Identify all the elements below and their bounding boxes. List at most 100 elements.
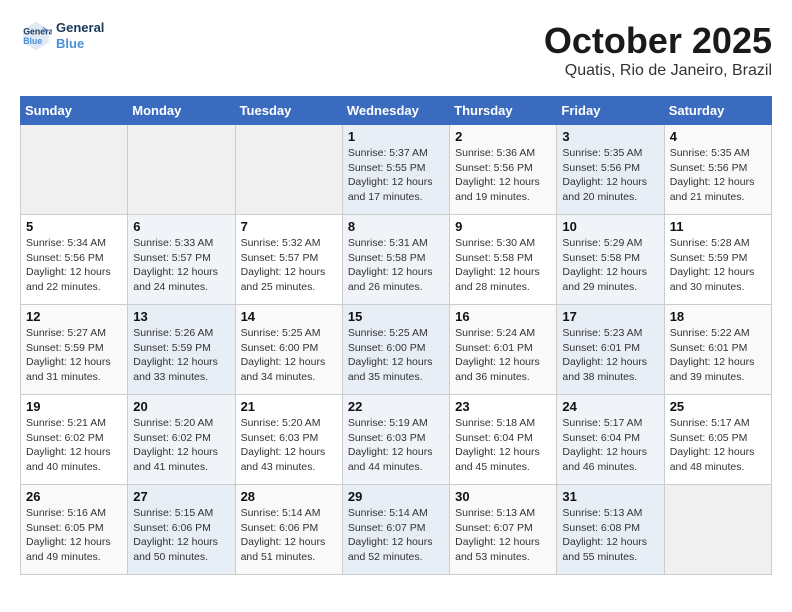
day-number: 24 xyxy=(562,399,658,414)
day-number: 18 xyxy=(670,309,766,324)
day-number: 9 xyxy=(455,219,551,234)
day-number: 20 xyxy=(133,399,229,414)
calendar-cell: 5 Sunrise: 5:34 AM Sunset: 5:56 PM Daylig… xyxy=(21,215,128,305)
calendar-cell: 22 Sunrise: 5:19 AM Sunset: 6:03 PM Dayli… xyxy=(342,395,449,485)
day-info: Sunrise: 5:19 AM Sunset: 6:03 PM Dayligh… xyxy=(348,416,444,475)
logo-icon: General Blue xyxy=(20,20,52,52)
day-info: Sunrise: 5:25 AM Sunset: 6:00 PM Dayligh… xyxy=(348,326,444,385)
calendar-cell: 3 Sunrise: 5:35 AM Sunset: 5:56 PM Daylig… xyxy=(557,125,664,215)
day-number: 26 xyxy=(26,489,122,504)
calendar-cell: 11 Sunrise: 5:28 AM Sunset: 5:59 PM Dayli… xyxy=(664,215,771,305)
day-number: 8 xyxy=(348,219,444,234)
weekday-header-friday: Friday xyxy=(557,97,664,125)
calendar-week-row: 12 Sunrise: 5:27 AM Sunset: 5:59 PM Dayli… xyxy=(21,305,772,395)
day-number: 11 xyxy=(670,219,766,234)
day-number: 17 xyxy=(562,309,658,324)
day-number: 23 xyxy=(455,399,551,414)
day-number: 5 xyxy=(26,219,122,234)
calendar-cell: 16Sunrise: 5:24 AM Sunset: 6:01 PM Dayli… xyxy=(450,305,557,395)
calendar-cell: 26 Sunrise: 5:16 AM Sunset: 6:05 PM Dayli… xyxy=(21,485,128,575)
calendar-week-row: 5 Sunrise: 5:34 AM Sunset: 5:56 PM Daylig… xyxy=(21,215,772,305)
day-number: 12 xyxy=(26,309,122,324)
day-info: Sunrise: 5:31 AM Sunset: 5:58 PM Dayligh… xyxy=(348,236,444,295)
calendar-cell: 7Sunrise: 5:32 AM Sunset: 5:57 PM Daylig… xyxy=(235,215,342,305)
day-info: Sunrise: 5:14 AM Sunset: 6:07 PM Dayligh… xyxy=(348,506,444,565)
day-info: Sunrise: 5:32 AM Sunset: 5:57 PM Dayligh… xyxy=(241,236,337,295)
day-number: 13 xyxy=(133,309,229,324)
day-info: Sunrise: 5:25 AM Sunset: 6:00 PM Dayligh… xyxy=(241,326,337,385)
logo-text-blue: Blue xyxy=(56,36,104,52)
location-subtitle: Quatis, Rio de Janeiro, Brazil xyxy=(544,62,772,80)
calendar-cell: 30 Sunrise: 5:13 AM Sunset: 6:07 PM Dayli… xyxy=(450,485,557,575)
day-info: Sunrise: 5:36 AM Sunset: 5:56 PM Dayligh… xyxy=(455,146,551,205)
calendar-cell: 27 Sunrise: 5:15 AM Sunset: 6:06 PM Dayli… xyxy=(128,485,235,575)
day-info: Sunrise: 5:35 AM Sunset: 5:56 PM Dayligh… xyxy=(670,146,766,205)
calendar-table: SundayMondayTuesdayWednesdayThursdayFrid… xyxy=(20,96,772,575)
day-info: Sunrise: 5:27 AM Sunset: 5:59 PM Dayligh… xyxy=(26,326,122,385)
calendar-cell: 21 Sunrise: 5:20 AM Sunset: 6:03 PM Dayli… xyxy=(235,395,342,485)
calendar-cell: 20 Sunrise: 5:20 AM Sunset: 6:02 PM Dayli… xyxy=(128,395,235,485)
day-info: Sunrise: 5:13 AM Sunset: 6:08 PM Dayligh… xyxy=(562,506,658,565)
day-info: Sunrise: 5:15 AM Sunset: 6:06 PM Dayligh… xyxy=(133,506,229,565)
day-number: 22 xyxy=(348,399,444,414)
calendar-cell: 13 Sunrise: 5:26 AM Sunset: 5:59 PM Dayli… xyxy=(128,305,235,395)
day-info: Sunrise: 5:16 AM Sunset: 6:05 PM Dayligh… xyxy=(26,506,122,565)
calendar-cell xyxy=(128,125,235,215)
weekday-header-row: SundayMondayTuesdayWednesdayThursdayFrid… xyxy=(21,97,772,125)
calendar-cell: 23Sunrise: 5:18 AM Sunset: 6:04 PM Dayli… xyxy=(450,395,557,485)
calendar-cell: 8 Sunrise: 5:31 AM Sunset: 5:58 PM Daylig… xyxy=(342,215,449,305)
weekday-header-sunday: Sunday xyxy=(21,97,128,125)
weekday-header-thursday: Thursday xyxy=(450,97,557,125)
calendar-cell: 18 Sunrise: 5:22 AM Sunset: 6:01 PM Dayli… xyxy=(664,305,771,395)
calendar-cell: 25 Sunrise: 5:17 AM Sunset: 6:05 PM Dayli… xyxy=(664,395,771,485)
day-info: Sunrise: 5:33 AM Sunset: 5:57 PM Dayligh… xyxy=(133,236,229,295)
day-info: Sunrise: 5:20 AM Sunset: 6:03 PM Dayligh… xyxy=(241,416,337,475)
calendar-cell: 2Sunrise: 5:36 AM Sunset: 5:56 PM Daylig… xyxy=(450,125,557,215)
calendar-cell: 19Sunrise: 5:21 AM Sunset: 6:02 PM Dayli… xyxy=(21,395,128,485)
calendar-cell: 17Sunrise: 5:23 AM Sunset: 6:01 PM Dayli… xyxy=(557,305,664,395)
page-header: General Blue General Blue October 2025 Q… xyxy=(20,20,772,80)
svg-text:General: General xyxy=(23,26,52,36)
day-info: Sunrise: 5:28 AM Sunset: 5:59 PM Dayligh… xyxy=(670,236,766,295)
day-info: Sunrise: 5:34 AM Sunset: 5:56 PM Dayligh… xyxy=(26,236,122,295)
calendar-cell: 24 Sunrise: 5:17 AM Sunset: 6:04 PM Dayli… xyxy=(557,395,664,485)
day-number: 15 xyxy=(348,309,444,324)
calendar-cell: 14Sunrise: 5:25 AM Sunset: 6:00 PM Dayli… xyxy=(235,305,342,395)
day-info: Sunrise: 5:20 AM Sunset: 6:02 PM Dayligh… xyxy=(133,416,229,475)
day-info: Sunrise: 5:24 AM Sunset: 6:01 PM Dayligh… xyxy=(455,326,551,385)
weekday-header-tuesday: Tuesday xyxy=(235,97,342,125)
day-info: Sunrise: 5:35 AM Sunset: 5:56 PM Dayligh… xyxy=(562,146,658,205)
day-number: 28 xyxy=(241,489,337,504)
day-info: Sunrise: 5:13 AM Sunset: 6:07 PM Dayligh… xyxy=(455,506,551,565)
calendar-cell: 31 Sunrise: 5:13 AM Sunset: 6:08 PM Dayli… xyxy=(557,485,664,575)
day-number: 31 xyxy=(562,489,658,504)
day-info: Sunrise: 5:29 AM Sunset: 5:58 PM Dayligh… xyxy=(562,236,658,295)
calendar-cell: 10Sunrise: 5:29 AM Sunset: 5:58 PM Dayli… xyxy=(557,215,664,305)
day-info: Sunrise: 5:14 AM Sunset: 6:06 PM Dayligh… xyxy=(241,506,337,565)
calendar-cell xyxy=(664,485,771,575)
day-number: 27 xyxy=(133,489,229,504)
day-number: 3 xyxy=(562,129,658,144)
day-number: 25 xyxy=(670,399,766,414)
day-info: Sunrise: 5:17 AM Sunset: 6:04 PM Dayligh… xyxy=(562,416,658,475)
day-info: Sunrise: 5:22 AM Sunset: 6:01 PM Dayligh… xyxy=(670,326,766,385)
calendar-cell: 4 Sunrise: 5:35 AM Sunset: 5:56 PM Daylig… xyxy=(664,125,771,215)
day-number: 29 xyxy=(348,489,444,504)
weekday-header-wednesday: Wednesday xyxy=(342,97,449,125)
calendar-cell: 12 Sunrise: 5:27 AM Sunset: 5:59 PM Dayli… xyxy=(21,305,128,395)
day-info: Sunrise: 5:17 AM Sunset: 6:05 PM Dayligh… xyxy=(670,416,766,475)
day-number: 19 xyxy=(26,399,122,414)
day-info: Sunrise: 5:26 AM Sunset: 5:59 PM Dayligh… xyxy=(133,326,229,385)
calendar-cell xyxy=(235,125,342,215)
weekday-header-monday: Monday xyxy=(128,97,235,125)
logo-text-general: General xyxy=(56,20,104,36)
weekday-header-saturday: Saturday xyxy=(664,97,771,125)
day-number: 4 xyxy=(670,129,766,144)
calendar-week-row: 19Sunrise: 5:21 AM Sunset: 6:02 PM Dayli… xyxy=(21,395,772,485)
day-number: 1 xyxy=(348,129,444,144)
calendar-cell xyxy=(21,125,128,215)
calendar-cell: 6Sunrise: 5:33 AM Sunset: 5:57 PM Daylig… xyxy=(128,215,235,305)
title-block: October 2025 Quatis, Rio de Janeiro, Bra… xyxy=(544,20,772,80)
day-number: 30 xyxy=(455,489,551,504)
day-number: 21 xyxy=(241,399,337,414)
